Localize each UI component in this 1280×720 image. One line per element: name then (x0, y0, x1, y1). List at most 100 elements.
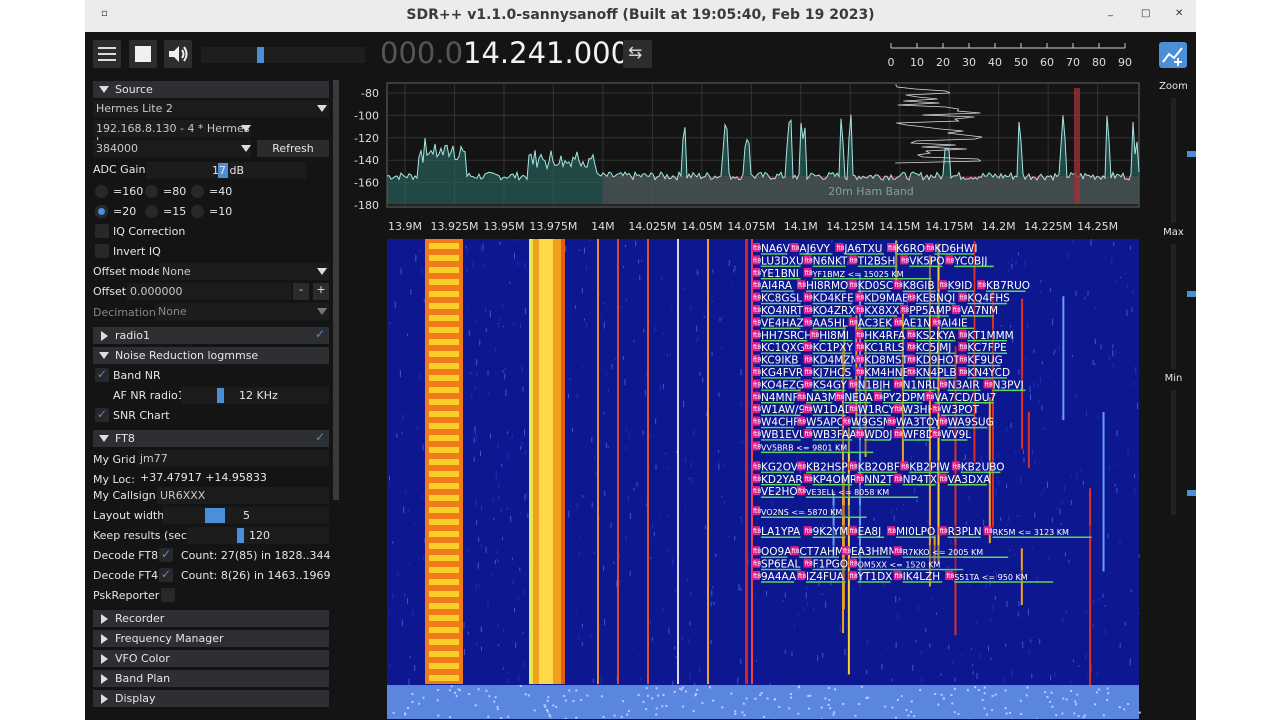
layout-width-slider[interactable]: 5 (163, 507, 329, 524)
max-slider[interactable] (1171, 244, 1196, 369)
ft8-decode-row[interactable]: ft8 KC8GSL ft8 KD4KFE ft8 KD9MABft8 KE8NQI ft8 K… (752, 291, 1010, 305)
ft8-callsign[interactable]: KB2HSP (806, 461, 848, 473)
ft8-callsign[interactable]: WB3FAA (813, 429, 858, 441)
snr-chart-button[interactable] (1159, 42, 1187, 68)
invert-iq-checkbox[interactable] (95, 244, 109, 258)
frequency-leading-digits[interactable]: 000.0 (380, 36, 463, 70)
ft8-callsign[interactable]: TI2BSH (857, 255, 896, 267)
ft8-callsign[interactable]: YF1BMZ <= 15025 KM (812, 270, 904, 279)
ft8-decode-row[interactable]: ft8 OO9A ft8 CT7AHM ft8 EA3HMMft8 R7KKO <= 200… (752, 545, 1009, 558)
ft8-decode-row[interactable]: ft8 AI4RA ft8 HI8RMO ft8 KD0SC ft8 K8GIB ft8 K9ID… (752, 279, 1030, 292)
frequency-manager-header[interactable]: Frequency Manager (93, 630, 329, 647)
offset-mode-select[interactable]: None (159, 263, 329, 280)
ft8-callsign[interactable]: K9ID (948, 280, 973, 292)
decode-ft4-checkbox[interactable] (159, 567, 173, 582)
ft8-callsign[interactable]: K6RO (896, 243, 925, 255)
ft8-callsign[interactable]: KB2UBO (961, 461, 1005, 473)
volume-slider-handle[interactable] (257, 47, 264, 63)
ft8-callsign[interactable]: KD9MAB (864, 293, 909, 305)
my-callsign-input[interactable]: UR6XXX (157, 487, 329, 504)
ft8-decode-row[interactable]: ft8 VE4HAZ ft8 AA5HL ft8 AC3EK ft8 AE1N ft8 AI4IE (752, 316, 974, 329)
layout-width-handle[interactable] (205, 508, 225, 523)
ft8-callsign[interactable]: VO2NS <= 5870 KM (761, 508, 842, 517)
ft8-decode-row[interactable]: ft8 KG4FVR ft8 KJ7HCS ft8 KM4HNBft8 KN4PLB ft8 K… (752, 366, 1010, 379)
adc-gain-slider[interactable]: 17 dB (146, 162, 306, 179)
ft8-callsign[interactable]: VE3ELL <= 8058 KM (806, 488, 889, 497)
ft8-callsign[interactable]: W3POT (941, 404, 980, 416)
af-nr-handle[interactable] (217, 388, 224, 403)
ft8-decode-row[interactable]: ft8 HH7SRCH ft8 HI8MI ft8 HK4RFA ft8 KS2KYA ft8 K… (752, 328, 1014, 342)
mute-button[interactable] (164, 40, 192, 68)
ft8-callsign[interactable]: KT1MMM (967, 330, 1013, 342)
iq-correction-checkbox[interactable] (95, 224, 109, 238)
ft8-callsign[interactable]: VA7NM (961, 305, 998, 317)
ft8-callsign[interactable]: S51TA <= 950 KM (954, 573, 1028, 582)
ft8-callsign[interactable]: EA3HMM (851, 546, 898, 558)
ft8-decode-row[interactable]: ft8 KO4NRT ft8 KO4ZRX ft8 KX8XX ft8 PP5AMP ft8 VA… (752, 304, 998, 317)
ft8-callsign[interactable]: W4CHF (761, 417, 799, 429)
my-grid-input[interactable]: jm77 (137, 450, 329, 467)
ft8-callsign[interactable]: RK5M <= 3123 KM (993, 528, 1069, 537)
ft8-callsign[interactable]: CT7AHM (799, 546, 844, 558)
zoom-slider-handle[interactable] (1187, 151, 1196, 157)
ft8-callsign[interactable]: KS2KYA (916, 330, 956, 342)
ft8-callsign[interactable]: NE0A (844, 392, 873, 404)
ft8-decode-row[interactable]: ft8 KC1QXG ft8 KC1PXY ft8 KC1RLS ft8 KC5JMJ ft8 K… (752, 341, 1007, 354)
ft8-callsign[interactable]: KO4ZRX (813, 305, 856, 317)
swap-button[interactable]: ⇆ (623, 40, 652, 68)
stop-button[interactable] (129, 40, 157, 68)
band-radio-80[interactable] (145, 185, 158, 198)
max-slider-handle[interactable] (1187, 291, 1196, 297)
band-radio-20[interactable] (95, 205, 108, 218)
ft8-callsign[interactable]: MI0LPO (896, 526, 935, 538)
ft8-callsign[interactable]: W1RCY (858, 404, 896, 416)
volume-slider[interactable] (201, 47, 365, 63)
ft8-callsign[interactable]: R3PLN (948, 526, 982, 538)
ft8-decode-row[interactable]: ft8 KG2OV ft8 KB2HSP ft8 KB2OBF ft8 KB2PIW ft8 KB… (752, 460, 1005, 473)
ft8-callsign[interactable]: AE1N (903, 317, 931, 329)
ft8-callsign[interactable]: KD0SC (858, 280, 894, 292)
ft8-callsign[interactable]: KE8NQI (916, 293, 955, 305)
offset-increment-button[interactable]: + (313, 283, 329, 300)
device-select[interactable]: Hermes Lite 2 (93, 100, 329, 117)
ft8-callsign[interactable]: NP4TX (903, 474, 937, 486)
ft8-callsign[interactable]: NA3M (806, 392, 837, 404)
ft8-callsign[interactable]: N3PVJ (993, 379, 1024, 391)
ft8-callsign[interactable]: OO9A (761, 546, 792, 558)
ft8-callsign[interactable]: WA3TOY (896, 417, 941, 429)
waterfall[interactable]: ft8 NA6V ft8 AJ6VY ft8 JA6TXU ft8 K6RO ft8 KD6HWI… (347, 239, 1147, 719)
band-radio-160[interactable] (95, 185, 108, 198)
ft8-callsign[interactable]: KC7FPE (967, 342, 1006, 354)
ft8-callsign[interactable]: HK4RFA (864, 330, 906, 342)
ft8-callsign[interactable]: KQ4FHS (967, 293, 1010, 305)
ft8-callsign[interactable]: KM4HNB (864, 367, 910, 379)
ft8-callsign[interactable]: WB1EVU (761, 429, 807, 441)
pskreporter-checkbox[interactable] (161, 588, 175, 602)
ft8-callsign[interactable]: KD8MST (864, 355, 908, 367)
ft8-callsign[interactable]: KN4PLB (916, 367, 957, 379)
ft8-callsign[interactable]: W3HH (903, 404, 936, 416)
ft8-decode-row[interactable]: ft8 W4CHFft8 W5APOft8 W9GSMft8 WA3TOY ft8 WA9S… (752, 415, 994, 429)
band-plan-header[interactable]: Band Plan (93, 670, 329, 687)
ft8-callsign[interactable]: KX8XX (864, 305, 899, 317)
ft8-callsign[interactable]: N4MNF (761, 392, 799, 404)
zoom-slider[interactable] (1171, 98, 1196, 223)
ft8-callsign[interactable]: KD6HWI (934, 243, 977, 255)
vfo-color-header[interactable]: VFO Color (93, 650, 329, 667)
ft8-callsign[interactable]: IZ4FUA (806, 571, 845, 583)
band-radio-15[interactable] (145, 205, 158, 218)
ft8-callsign[interactable]: KD9HOT (916, 355, 961, 367)
display-header[interactable]: Display (93, 690, 329, 707)
menu-button[interactable] (93, 40, 121, 68)
ft8-callsign[interactable]: KS4GY (813, 379, 848, 391)
ft8-callsign[interactable]: KO4NRT (761, 305, 804, 317)
ft8-callsign[interactable]: KC5JMJ (916, 342, 952, 354)
ft8-callsign[interactable]: KD2YAR (761, 474, 803, 486)
ft8-callsign[interactable]: KG2OV (761, 461, 799, 473)
address-select[interactable]: 192.168.8.130 - 4 * Hermes L (93, 120, 251, 148)
ft8-decode-row[interactable]: ft8 VE2HO ft8 VE3ELL <= 8058 KM (752, 485, 919, 498)
ft8-callsign[interactable]: WA9SUG (948, 417, 994, 429)
radio1-enable-checkbox[interactable] (313, 327, 327, 342)
ft8-callsign[interactable]: VA7CD/DU7 (934, 392, 996, 404)
maximize-button[interactable]: □ (1141, 8, 1150, 19)
